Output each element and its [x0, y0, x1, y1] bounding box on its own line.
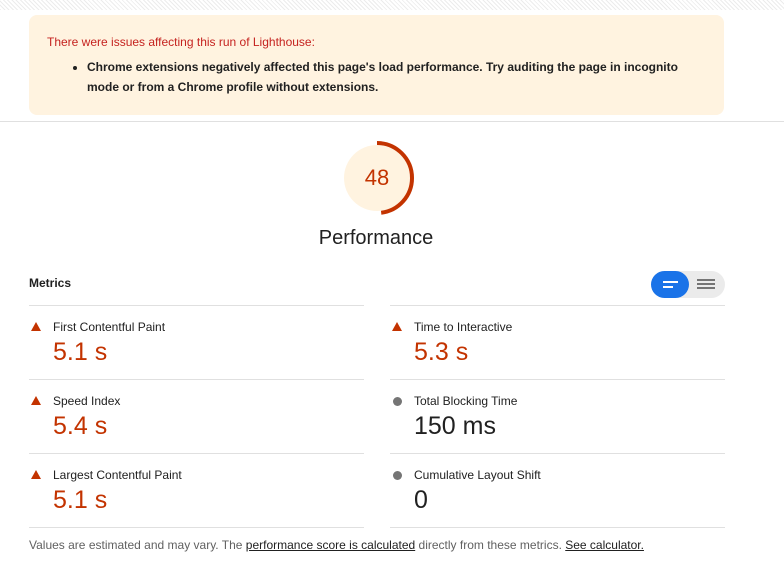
footnote-prefix: Values are estimated and may vary. The: [29, 538, 246, 552]
warning-banner: There were issues affecting this run of …: [29, 15, 724, 115]
compact-view-icon[interactable]: [651, 271, 689, 298]
metric-label: Total Blocking Time: [414, 394, 518, 408]
footnote: Values are estimated and may vary. The p…: [29, 538, 644, 552]
metric-value: 5.1 s: [53, 486, 108, 514]
metric-label: Largest Contentful Paint: [53, 468, 182, 482]
score-calculation-link[interactable]: performance score is calculated: [246, 538, 415, 552]
metric-label: First Contentful Paint: [53, 320, 166, 334]
metric-first-contentful-paint: First Contentful Paint 5.1 s: [29, 305, 364, 379]
warning-list: Chrome extensions negatively affected th…: [47, 58, 706, 97]
informative-dot-icon: [393, 471, 402, 480]
metric-label: Cumulative Layout Shift: [414, 468, 541, 482]
informative-dot-icon: [393, 397, 402, 406]
metrics-column-right: Time to Interactive 5.3 s Total Blocking…: [390, 305, 725, 528]
metric-cumulative-layout-shift: Cumulative Layout Shift 0: [390, 453, 725, 528]
footnote-middle: directly from these metrics.: [415, 538, 566, 552]
expanded-view-icon[interactable]: [689, 271, 725, 298]
gauge-label: Performance: [318, 227, 434, 249]
metrics-view-toggle[interactable]: [651, 271, 725, 298]
warning-item: Chrome extensions negatively affected th…: [87, 58, 706, 97]
divider: [0, 121, 784, 122]
metric-time-to-interactive: Time to Interactive 5.3 s: [390, 305, 725, 379]
fail-triangle-icon: [392, 322, 402, 331]
metric-value: 5.1 s: [53, 338, 108, 366]
top-strip: [0, 0, 784, 10]
metric-value: 5.3 s: [414, 338, 469, 366]
fail-triangle-icon: [31, 396, 41, 405]
metric-value: 5.4 s: [53, 412, 108, 440]
see-calculator-link[interactable]: See calculator.: [565, 538, 644, 552]
gauge-score: 48: [364, 165, 390, 190]
performance-gauge[interactable]: 48: [338, 139, 416, 217]
metric-total-blocking-time: Total Blocking Time 150 ms: [390, 379, 725, 453]
metrics-title: Metrics: [29, 276, 72, 290]
metric-value: 150 ms: [414, 412, 496, 440]
metric-largest-contentful-paint: Largest Contentful Paint 5.1 s: [29, 453, 364, 528]
fail-triangle-icon: [31, 322, 41, 331]
warning-title: There were issues affecting this run of …: [47, 35, 315, 49]
fail-triangle-icon: [31, 470, 41, 479]
metric-label: Speed Index: [53, 394, 121, 408]
metric-label: Time to Interactive: [414, 320, 513, 334]
metrics-column-left: First Contentful Paint 5.1 s Speed Index…: [29, 305, 364, 528]
metric-value: 0: [414, 486, 428, 514]
metric-speed-index: Speed Index 5.4 s: [29, 379, 364, 453]
